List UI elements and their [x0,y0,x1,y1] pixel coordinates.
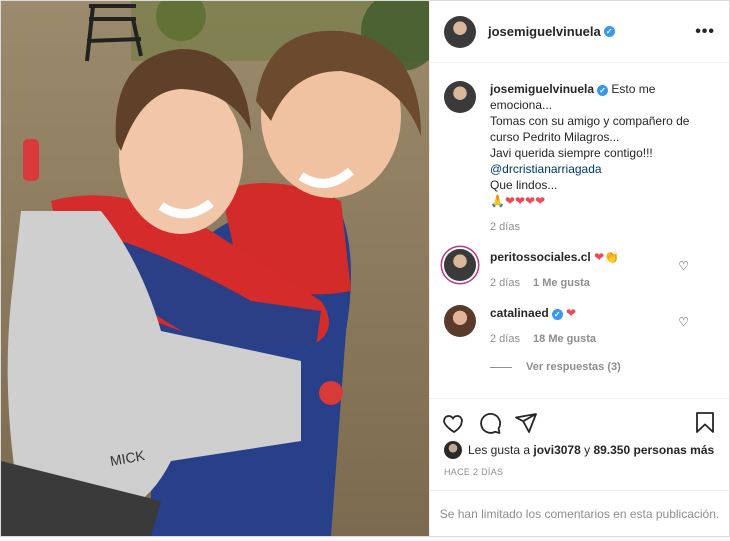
photo-illustration: MICK [1,1,429,536]
comment-username[interactable]: peritossociales.cl [490,250,591,264]
comment-meta: 2 días 1 Me gusta [490,275,715,291]
post-photo[interactable]: MICK [1,1,429,536]
caption-mention[interactable]: @drcristianarriagada [490,161,715,177]
verified-icon: ✓ [551,309,563,320]
caption-username[interactable]: josemiguelvinuela [490,82,594,96]
author-avatar[interactable] [444,15,476,48]
comment-icon[interactable] [478,411,502,435]
verified-icon: ✓ [597,85,609,96]
replies-divider [490,366,512,368]
comments-limited-notice: Se han limitado los comentarios en esta … [430,490,729,536]
action-bar [430,399,729,439]
caption-line-2: Tomas con su amigo y compañero de curso … [490,114,690,144]
likes-count[interactable]: 89.350 personas más [593,443,714,457]
caption-meta: 2 días [490,219,715,235]
verified-icon: ✓ [603,26,615,37]
comment-avatar[interactable] [444,305,476,337]
comment-meta: 2 días 18 Me gusta [490,331,715,347]
liker-username[interactable]: jovi3078 [533,443,580,457]
likes-summary: Les gusta a jovi3078 y 89.350 personas m… [430,439,729,459]
heart-icon[interactable] [442,411,466,435]
instagram-post: MICK josemiguelvinuela ✓ ••• josemiguelv… [0,0,730,537]
comment-like-heart-icon[interactable]: ♡ [678,259,689,273]
post-actions-area: Les gusta a jovi3078 y 89.350 personas m… [430,398,729,536]
comment-row: catalinaed ✓ ❤ 2 días 18 Me gusta ♡ [444,305,715,347]
view-replies-button[interactable]: Ver respuestas (3) [490,361,715,373]
likes-prefix: Les gusta a [468,443,531,457]
author-username[interactable]: josemiguelvinuela [488,24,601,39]
comment-age[interactable]: 2 días [490,333,520,345]
caption-emojis: 🙏❤❤❤❤ [490,194,546,208]
caption-line-3: Javi querida siempre contigo!!! [490,146,653,160]
caption-entry: josemiguelvinuela ✓ Esto me emociona... T… [444,81,715,235]
comment-like-heart-icon[interactable]: ♡ [678,315,689,329]
share-icon[interactable] [514,411,538,435]
post-timestamp[interactable]: Hace 2 días [430,459,729,477]
post-header: josemiguelvinuela ✓ ••• [430,1,729,63]
likes-joiner: y [584,443,591,457]
comment-avatar[interactable] [444,249,476,281]
caption-avatar[interactable] [444,81,476,113]
caption-line-4: Que lindos... [490,178,558,192]
comment-likes[interactable]: 18 Me gusta [533,333,596,345]
comments-section: josemiguelvinuela ✓ Esto me emociona... T… [430,63,729,398]
comment-body: ❤👏 [594,250,620,264]
comment-age[interactable]: 2 días [490,277,520,289]
caption-age[interactable]: 2 días [490,221,520,233]
liker-avatar[interactable] [444,441,462,459]
post-sidebar: josemiguelvinuela ✓ ••• josemiguelvinuel… [429,1,729,536]
comment-username[interactable]: catalinaed [490,306,549,320]
caption-text: josemiguelvinuela ✓ Esto me emociona... T… [490,81,715,235]
view-replies-label[interactable]: Ver respuestas (3) [526,361,621,373]
bookmark-icon[interactable] [693,411,717,435]
comment-row: peritossociales.cl ❤👏 2 días 1 Me gusta … [444,249,715,291]
comment-likes[interactable]: 1 Me gusta [533,277,590,289]
comment-body: ❤ [566,306,577,320]
more-options-icon[interactable]: ••• [695,23,715,41]
